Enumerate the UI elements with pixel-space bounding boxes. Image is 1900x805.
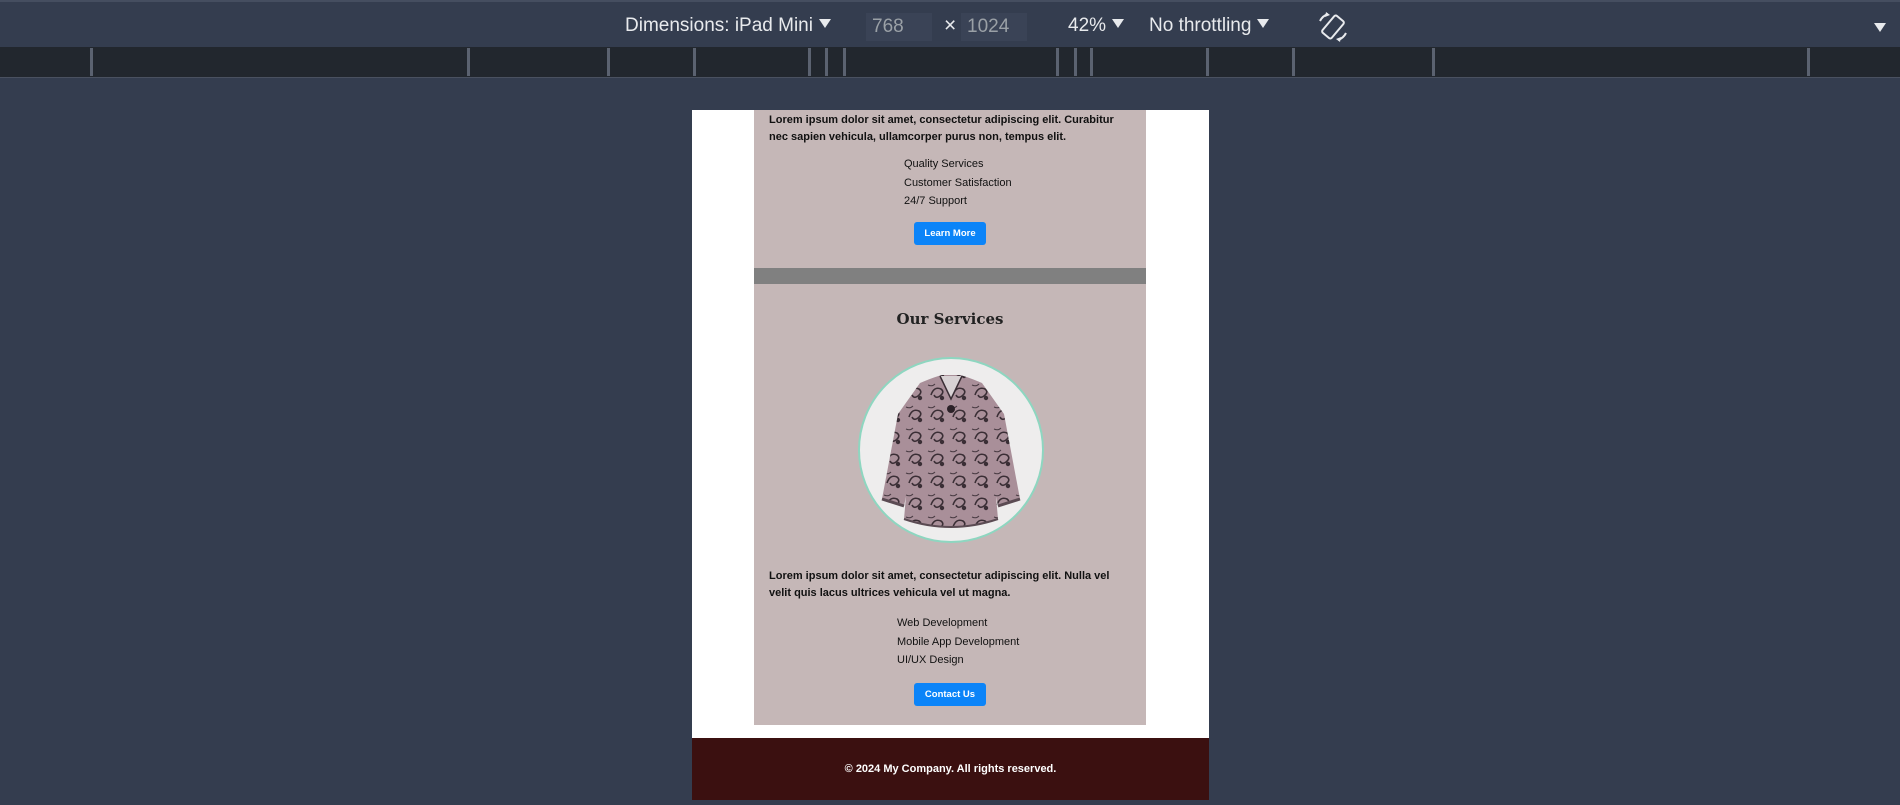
zoom-label: 42% xyxy=(1068,15,1107,36)
device-viewport: Lorem ipsum dolor sit amet, consectetur … xyxy=(692,110,1209,800)
ruler-marker[interactable] xyxy=(467,48,470,76)
dimensions-dropdown[interactable]: Dimensions: iPad Mini xyxy=(625,15,831,37)
ruler-marker[interactable] xyxy=(1292,48,1295,76)
chevron-down-icon xyxy=(1112,19,1125,28)
throttling-label: No throttling xyxy=(1149,15,1252,36)
chevron-down-icon xyxy=(1257,19,1270,28)
height-input[interactable]: 1024 xyxy=(961,13,1027,41)
intro-section: Lorem ipsum dolor sit amet, consectetur … xyxy=(754,110,1146,268)
ruler-marker[interactable] xyxy=(825,48,828,76)
throttling-dropdown[interactable]: No throttling xyxy=(1149,15,1270,37)
services-section: Our Services Lorem ipsum dolor sit amet,… xyxy=(754,284,1146,725)
ruler-marker[interactable] xyxy=(843,48,846,76)
dimensions-label: Dimensions: iPad Mini xyxy=(625,15,813,36)
feature-list: Quality Services Customer Satisfaction 2… xyxy=(904,155,1012,211)
contact-us-button[interactable]: Contact Us xyxy=(914,683,986,706)
ruler-marker[interactable] xyxy=(1074,48,1077,76)
more-options-button[interactable] xyxy=(1874,23,1886,45)
ruler-marker[interactable] xyxy=(1090,48,1093,76)
zoom-dropdown[interactable]: 42% xyxy=(1068,15,1125,37)
ruler-marker[interactable] xyxy=(808,48,811,76)
list-item: Mobile App Development xyxy=(897,635,1020,648)
email-footer: © 2024 My Company. All rights reserved. xyxy=(692,738,1209,800)
ruler-marker[interactable] xyxy=(1432,48,1435,76)
footer-copyright: © 2024 My Company. All rights reserved. xyxy=(844,763,1057,775)
product-image xyxy=(858,357,1044,543)
ruler-marker[interactable] xyxy=(1807,48,1810,76)
list-item: 24/7 Support xyxy=(904,195,967,207)
blouse-illustration xyxy=(881,375,1021,528)
list-item: Customer Satisfaction xyxy=(904,176,1012,189)
learn-more-button[interactable]: Learn More xyxy=(914,222,986,245)
ruler-marker[interactable] xyxy=(1206,48,1209,76)
ruler-marker[interactable] xyxy=(1056,48,1059,76)
list-item: UI/UX Design xyxy=(897,654,964,666)
dimension-separator: × xyxy=(944,14,957,37)
chevron-down-icon xyxy=(1874,23,1886,32)
ruler-marker[interactable] xyxy=(90,48,93,76)
device-toolbar: Dimensions: iPad Mini 768 × 1024 42% No … xyxy=(0,0,1900,47)
section-divider xyxy=(754,268,1146,284)
rotate-device-icon[interactable] xyxy=(1316,12,1350,42)
chevron-down-icon xyxy=(818,19,831,28)
services-list: Web Development Mobile App Development U… xyxy=(897,614,1019,670)
width-input[interactable]: 768 xyxy=(866,13,932,41)
ruler-marker[interactable] xyxy=(693,48,696,76)
media-query-bar xyxy=(0,47,1900,78)
services-title: Our Services xyxy=(896,310,1004,328)
intro-paragraph: Lorem ipsum dolor sit amet, consectetur … xyxy=(769,114,1114,143)
list-item: Quality Services xyxy=(904,158,984,170)
list-item: Web Development xyxy=(897,617,988,629)
services-paragraph: Lorem ipsum dolor sit amet, consectetur … xyxy=(769,570,1110,599)
ruler-marker[interactable] xyxy=(607,48,610,76)
